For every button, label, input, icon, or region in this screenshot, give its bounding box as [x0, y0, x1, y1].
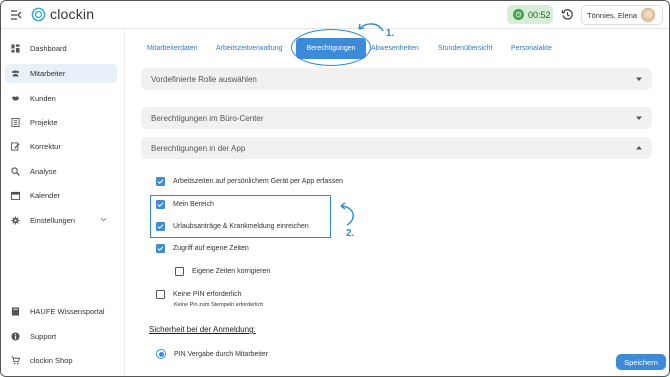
permission-label: Eigene Zeiten korrigieren	[192, 268, 271, 275]
radio-selected[interactable]	[156, 349, 166, 359]
tab-label: Arbeitszeitverwaltung	[216, 45, 283, 52]
chevron-down-icon	[636, 77, 642, 81]
app-window: clockin 00:52 Tönnies, Elena Dashboard M…	[0, 0, 670, 377]
avatar	[641, 8, 656, 22]
tab-abwesenheiten[interactable]: Abwesenheiten	[371, 38, 419, 59]
sidebar-item-label: Einstellungen	[30, 216, 76, 225]
clockin-logo[interactable]: clockin	[31, 6, 94, 22]
curved-arrow-icon	[340, 202, 354, 226]
projects-icon	[11, 118, 20, 127]
clock-icon	[513, 9, 524, 20]
checkbox-checked[interactable]	[156, 200, 165, 209]
chevron-up-icon	[636, 146, 642, 150]
checkbox-unchecked[interactable]	[156, 290, 165, 299]
timer-value: 00:52	[528, 9, 551, 20]
clockin-logo-icon	[31, 7, 46, 21]
save-button[interactable]: Speichern	[616, 354, 666, 370]
tab-label: Mitarbeiterdaten	[147, 45, 198, 52]
permission-own-times[interactable]: Zugriff auf eigene Zeiten	[156, 244, 249, 253]
sidebar-item-label: HAUFE Wissensportal	[30, 307, 105, 316]
accordion-predefined-role[interactable]: Vordefinierte Rolle auswählen	[141, 68, 652, 90]
permission-label: Zugriff auf eigene Zeiten	[173, 245, 249, 252]
sidebar-item-kalender[interactable]: Kalender	[5, 186, 117, 205]
app-name: clockin	[50, 6, 95, 22]
permission-label: Arbeitszeiten auf persönlichem Gerät per…	[173, 178, 344, 185]
top-bar: clockin 00:52 Tönnies, Elena	[1, 1, 669, 29]
info-icon	[11, 332, 20, 341]
permission-no-pin[interactable]: Keine PIN erforderlich	[156, 290, 241, 299]
sidebar-item-label: Dashboard	[30, 44, 67, 53]
step-2-label: 2.	[346, 228, 355, 239]
permission-correct-own-times[interactable]: Eigene Zeiten korrigieren	[175, 267, 270, 276]
sidebar-item-shop[interactable]: clockin Shop	[5, 351, 117, 370]
tab-personalakte[interactable]: Personalakte	[511, 38, 552, 59]
sidebar-item-einstellungen[interactable]: Einstellungen	[5, 211, 117, 230]
dashboard-icon	[11, 44, 20, 53]
accordion-label: Berechtigungen in der App	[151, 143, 246, 153]
permission-label: Keine PIN erforderlich	[173, 291, 242, 298]
sidebar-item-mitarbeiter[interactable]: Mitarbeiter	[5, 64, 117, 83]
accordion-label: Vordefinierte Rolle auswählen	[151, 74, 257, 84]
step-1-label: 1.	[386, 28, 395, 39]
sidebar-item-korrektur[interactable]: Korrektur	[5, 137, 117, 156]
accordion-label: Berechtigungen im Büro-Center	[151, 113, 264, 123]
timer-badge[interactable]: 00:52	[507, 5, 553, 24]
tab-label: Stundenübersicht	[438, 45, 493, 52]
checkbox-checked[interactable]	[156, 177, 165, 186]
sidebar-item-label: Mitarbeiter	[30, 69, 66, 78]
cart-icon	[11, 356, 20, 365]
checkbox-checked[interactable]	[156, 244, 165, 253]
history-icon[interactable]	[561, 8, 574, 21]
sidebar-item-haufe[interactable]: HAUFE Wissensportal	[5, 302, 117, 321]
chevron-down-icon	[100, 217, 107, 222]
collapse-sidebar-icon[interactable]	[10, 9, 22, 21]
tab-arbeitszeitverwaltung[interactable]: Arbeitszeitverwaltung	[216, 38, 283, 59]
permission-personal-device[interactable]: Arbeitszeiten auf persönlichem Gerät per…	[156, 177, 343, 186]
tab-label: Personalakte	[511, 45, 552, 52]
search-icon	[11, 167, 20, 176]
user-name: Tönnies, Elena	[587, 10, 638, 20]
sidebar-item-label: Analyse	[30, 167, 57, 176]
permission-leave-sick[interactable]: Urlaubsanträge & Krankmeldung einreichen	[156, 222, 309, 231]
chevron-down-icon	[636, 116, 642, 120]
users-icon	[11, 69, 20, 78]
sidebar-item-kunden[interactable]: Kunden	[5, 89, 117, 108]
sidebar-item-label: Kunden	[30, 94, 56, 103]
sidebar-item-label: Support	[30, 332, 57, 341]
section-title-login-security: Sicherheit bei der Anmeldung:	[149, 325, 256, 334]
permission-label: Mein Bereich	[173, 201, 214, 208]
sidebar-item-label: clockin Shop	[30, 356, 73, 365]
book-icon	[11, 307, 20, 316]
radio-label: PIN Vergabe durch Mitarbeiter	[174, 350, 269, 358]
permission-my-area[interactable]: Mein Bereich	[156, 200, 214, 209]
checkbox-unchecked[interactable]	[175, 267, 184, 276]
sidebar-item-analyse[interactable]: Analyse	[5, 162, 117, 181]
sidebar-item-dashboard[interactable]: Dashboard	[5, 39, 117, 58]
user-menu[interactable]: Tönnies, Elena	[581, 5, 663, 25]
handshake-icon	[11, 94, 20, 103]
sidebar: Dashboard Mitarbeiter Kunden Projekte Ko…	[1, 30, 125, 376]
accordion-office-center[interactable]: Berechtigungen im Büro-Center	[141, 107, 652, 129]
checkbox-checked[interactable]	[156, 222, 165, 231]
accordion-in-app[interactable]: Berechtigungen in der App	[141, 137, 652, 159]
tab-stundenuebersicht[interactable]: Stundenübersicht	[438, 38, 492, 59]
tab-label: Abwesenheiten	[371, 45, 419, 52]
correction-icon	[11, 142, 20, 151]
sidebar-item-support[interactable]: Support	[5, 327, 117, 346]
tab-mitarbeiterdaten[interactable]: Mitarbeiterdaten	[147, 38, 198, 59]
no-pin-note: Keine Pin zum Stempeln erforderlich	[174, 302, 264, 308]
radio-dot	[158, 351, 164, 357]
sidebar-item-label: Korrektur	[30, 142, 61, 151]
radio-pin-by-employee[interactable]: PIN Vergabe durch Mitarbeiter	[156, 349, 268, 359]
calendar-icon	[11, 191, 20, 200]
sidebar-item-projekte[interactable]: Projekte	[5, 113, 117, 132]
sidebar-item-label: Kalender	[30, 191, 61, 200]
sidebar-item-label: Projekte	[30, 118, 58, 127]
gear-icon	[11, 216, 20, 225]
curved-arrow-icon	[358, 23, 384, 32]
permission-label: Urlaubsanträge & Krankmeldung einreichen	[173, 223, 309, 230]
